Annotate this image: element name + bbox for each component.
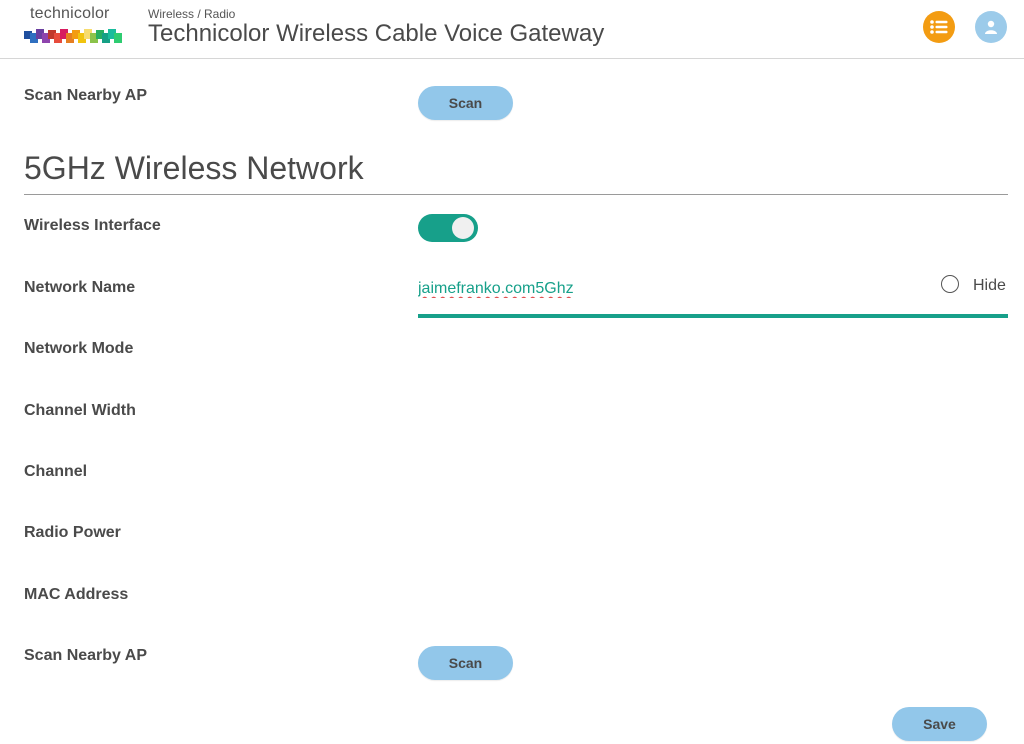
top-header: technicolor Wireless / Radio Technicolor… xyxy=(0,0,1024,59)
menu-button[interactable] xyxy=(923,11,955,43)
channel-width-label: Channel Width xyxy=(24,402,136,419)
wireless-interface-toggle[interactable] xyxy=(418,214,478,242)
scan-button[interactable]: Scan xyxy=(418,646,513,680)
top-scan-label: Scan Nearby AP xyxy=(24,87,148,104)
user-button[interactable] xyxy=(975,11,1007,43)
save-button[interactable]: Save xyxy=(892,707,987,741)
network-mode-label: Network Mode xyxy=(24,340,134,357)
toggle-knob xyxy=(452,217,474,239)
scan-nearby-label: Scan Nearby AP xyxy=(24,647,148,664)
section-divider xyxy=(24,194,1008,195)
logo-color-bar-icon xyxy=(24,29,122,43)
hide-radio[interactable] xyxy=(941,275,959,293)
wireless-interface-label: Wireless Interface xyxy=(24,217,161,234)
page-title: Technicolor Wireless Cable Voice Gateway xyxy=(148,20,605,47)
network-name-underline xyxy=(418,314,1008,318)
section-title: 5GHz Wireless Network xyxy=(24,150,364,186)
channel-label: Channel xyxy=(24,463,88,480)
breadcrumb: Wireless / Radio xyxy=(148,7,236,21)
network-name-label: Network Name xyxy=(24,279,136,296)
hide-label: Hide xyxy=(973,277,1006,294)
radio-power-label: Radio Power xyxy=(24,524,121,541)
logo-text: technicolor xyxy=(30,5,110,22)
technicolor-logo[interactable]: technicolor xyxy=(24,5,124,45)
network-name-input[interactable] xyxy=(418,277,918,301)
top-scan-button[interactable]: Scan xyxy=(418,86,513,120)
mac-address-label: MAC Address xyxy=(24,586,129,603)
list-icon xyxy=(930,20,948,34)
user-icon xyxy=(985,20,997,34)
